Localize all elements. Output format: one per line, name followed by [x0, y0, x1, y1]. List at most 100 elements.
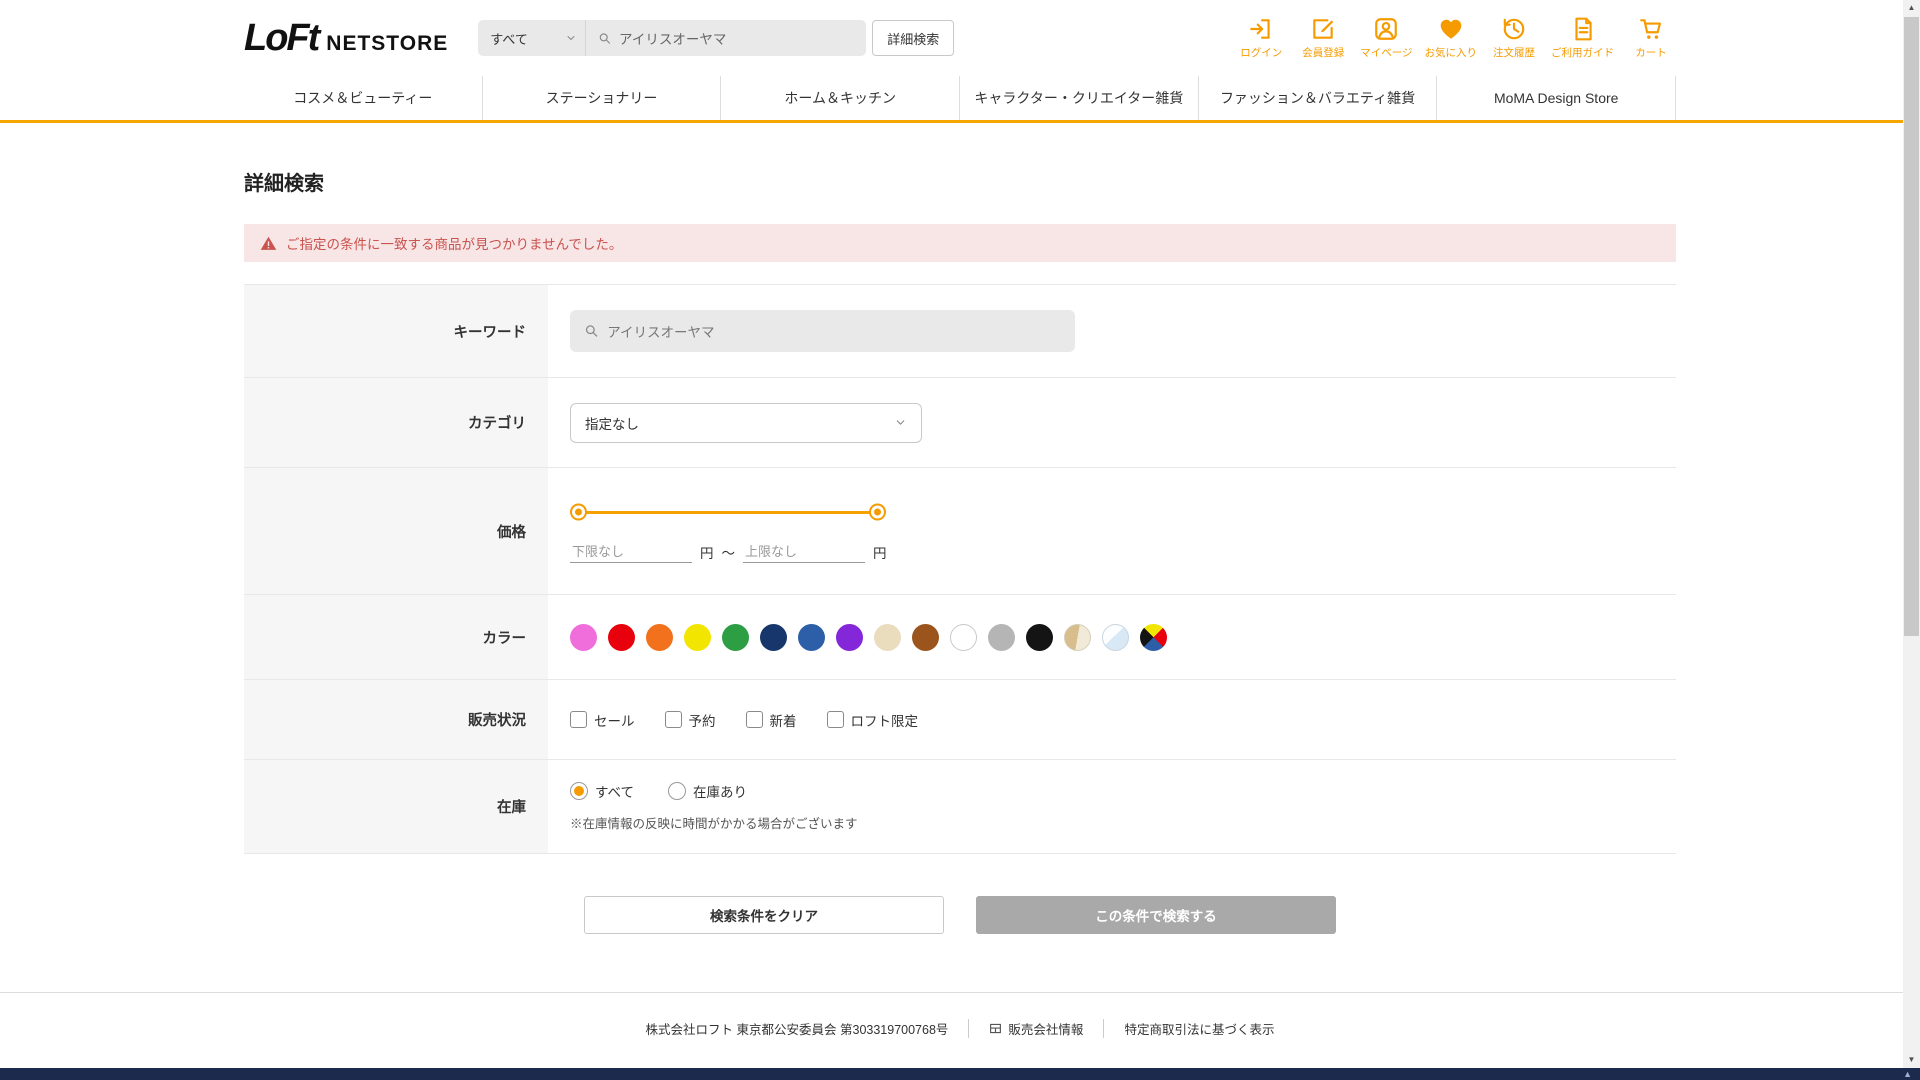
color-swatch-gold[interactable] — [1064, 624, 1091, 651]
cart-button[interactable]: カート — [1626, 16, 1676, 60]
checkbox-icon — [827, 711, 844, 728]
register-button[interactable]: 会員登録 — [1298, 16, 1348, 60]
color-swatch-gray[interactable] — [988, 624, 1015, 651]
checkbox-loft-limited[interactable]: ロフト限定 — [827, 710, 919, 730]
slider-handle-max[interactable] — [871, 506, 884, 519]
color-swatch-multicolor[interactable] — [1140, 624, 1167, 651]
loft-logo[interactable]: LoFt NETSTORE — [244, 17, 448, 60]
yen-label: 円 — [873, 542, 887, 562]
price-min-input[interactable] — [570, 541, 692, 563]
company-text: 株式会社ロフト 東京都公安委員会 第303319700768号 — [646, 1019, 949, 1038]
footer: 株式会社ロフト 東京都公安委員会 第303319700768号 販売会社情報 特… — [0, 992, 1920, 1068]
form-row-price: 価格 円 ～ 円 — [244, 468, 1676, 595]
alert-text: ご指定の条件に一致する商品が見つかりませんでした。 — [286, 233, 622, 253]
scrollbar-down-arrow[interactable]: ▼ — [1903, 1052, 1920, 1068]
search-with-conditions-button[interactable]: この条件で検索する — [976, 896, 1336, 934]
checkbox-icon — [665, 711, 682, 728]
login-icon — [1248, 16, 1274, 42]
color-swatch-green[interactable] — [722, 624, 749, 651]
stock-options: すべて 在庫あり — [570, 781, 1676, 801]
category-select-value: 指定なし — [585, 413, 639, 433]
order-history-label: 注文履歴 — [1493, 45, 1535, 60]
sale-status-options: セール 予約 新着 ロフト限定 — [570, 710, 1676, 730]
favorites-button[interactable]: お気に入り — [1425, 16, 1478, 60]
register-label: 会員登録 — [1302, 45, 1344, 60]
checkbox-new-label: 新着 — [770, 710, 797, 730]
stock-label: 在庫 — [244, 760, 548, 853]
logo-loft-text: LoFt — [244, 17, 318, 60]
color-swatch-black[interactable] — [1026, 624, 1053, 651]
chevron-down-icon — [565, 32, 577, 44]
scrollbar-thumb[interactable] — [1904, 17, 1919, 636]
slider-handle-min[interactable] — [572, 506, 585, 519]
company-info-link[interactable]: 販売会社情報 — [968, 1019, 1083, 1038]
checkbox-reserve-label: 予約 — [689, 710, 716, 730]
taskbar-show-hidden-arrow[interactable]: ▲ — [1903, 1068, 1912, 1080]
color-swatch-purple[interactable] — [836, 624, 863, 651]
checkbox-icon — [570, 711, 587, 728]
color-swatch-red[interactable] — [608, 624, 635, 651]
nav-item-home-kitchen[interactable]: ホーム＆キッチン — [720, 76, 959, 120]
color-swatch-orange[interactable] — [646, 624, 673, 651]
history-clock-icon — [1501, 16, 1527, 42]
header-search-box: すべて — [478, 20, 866, 56]
keyword-input[interactable] — [607, 324, 1061, 339]
nav-item-moma[interactable]: MoMA Design Store — [1436, 76, 1676, 120]
guide-button[interactable]: ご利用ガイド — [1551, 16, 1614, 60]
search-form: キーワード カテゴリ 指定なし 価格 — [244, 284, 1676, 854]
radio-in-stock[interactable]: 在庫あり — [668, 781, 747, 801]
header-utilities: ログイン 会員登録 マイページ お気に入り 注文履歴 — [1236, 16, 1676, 60]
color-swatch-beige[interactable] — [874, 624, 901, 651]
slider-track — [575, 511, 881, 514]
page: LoFt NETSTORE すべて 詳細検索 — [0, 0, 1920, 1068]
legal-notice-link[interactable]: 特定商取引法に基づく表示 — [1103, 1019, 1274, 1038]
color-swatch-white[interactable] — [950, 624, 977, 651]
color-swatch-clear[interactable] — [1102, 624, 1129, 651]
taskbar-sliver: ▲ — [0, 1068, 1920, 1080]
color-swatch-brown[interactable] — [912, 624, 939, 651]
form-row-color: カラー — [244, 595, 1676, 680]
price-range-slider — [570, 499, 886, 525]
price-inputs: 円 ～ 円 — [570, 541, 1676, 563]
order-history-button[interactable]: 注文履歴 — [1489, 16, 1539, 60]
header-detail-search-button[interactable]: 詳細検索 — [872, 20, 954, 56]
color-swatch-navy[interactable] — [760, 624, 787, 651]
nav-item-fashion[interactable]: ファッション＆バラエティ雑貨 — [1198, 76, 1437, 120]
keyword-label: キーワード — [244, 285, 548, 377]
category-select[interactable]: 指定なし — [570, 403, 922, 443]
color-swatch-yellow[interactable] — [684, 624, 711, 651]
checkbox-reserve[interactable]: 予約 — [665, 710, 716, 730]
scrollbar-up-arrow[interactable]: ▲ — [1903, 0, 1920, 16]
search-category-select[interactable]: すべて — [478, 20, 586, 56]
category-nav: コスメ＆ビューティー ステーショナリー ホーム＆キッチン キャラクター・クリエイ… — [0, 76, 1920, 123]
page-title: 詳細検索 — [244, 167, 1676, 196]
no-results-alert: ご指定の条件に一致する商品が見つかりませんでした。 — [244, 224, 1676, 262]
search-icon — [598, 31, 612, 46]
guide-label: ご利用ガイド — [1551, 45, 1614, 60]
radio-unchecked-icon — [668, 782, 686, 800]
color-swatch-blue[interactable] — [798, 624, 825, 651]
sale-status-label: 販売状況 — [244, 680, 548, 759]
clear-conditions-button[interactable]: 検索条件をクリア — [584, 896, 944, 934]
nav-item-stationery[interactable]: ステーショナリー — [482, 76, 721, 120]
form-actions: 検索条件をクリア この条件で検索する — [244, 896, 1676, 934]
checkbox-new[interactable]: 新着 — [746, 710, 797, 730]
checkbox-sale[interactable]: セール — [570, 710, 635, 730]
price-max-input[interactable] — [743, 541, 865, 563]
search-icon — [584, 323, 599, 339]
login-button[interactable]: ログイン — [1236, 16, 1286, 60]
scrollbar[interactable]: ▲ ▼ — [1903, 0, 1920, 1068]
form-row-sale-status: 販売状況 セール 予約 新着 — [244, 680, 1676, 760]
nav-item-character[interactable]: キャラクター・クリエイター雑貨 — [959, 76, 1198, 120]
nav-item-cosme[interactable]: コスメ＆ビューティー — [244, 76, 482, 120]
color-swatch-pink[interactable] — [570, 624, 597, 651]
color-label: カラー — [244, 595, 548, 679]
header-search-input[interactable] — [619, 31, 854, 46]
checkbox-sale-label: セール — [594, 710, 635, 730]
radio-all[interactable]: すべて — [570, 781, 634, 801]
header-search-bar: すべて 詳細検索 — [478, 20, 954, 56]
keyword-input-box — [570, 310, 1075, 352]
radio-in-stock-label: 在庫あり — [693, 781, 747, 801]
mypage-button[interactable]: マイページ — [1360, 16, 1412, 60]
header: LoFt NETSTORE すべて 詳細検索 — [0, 0, 1920, 76]
